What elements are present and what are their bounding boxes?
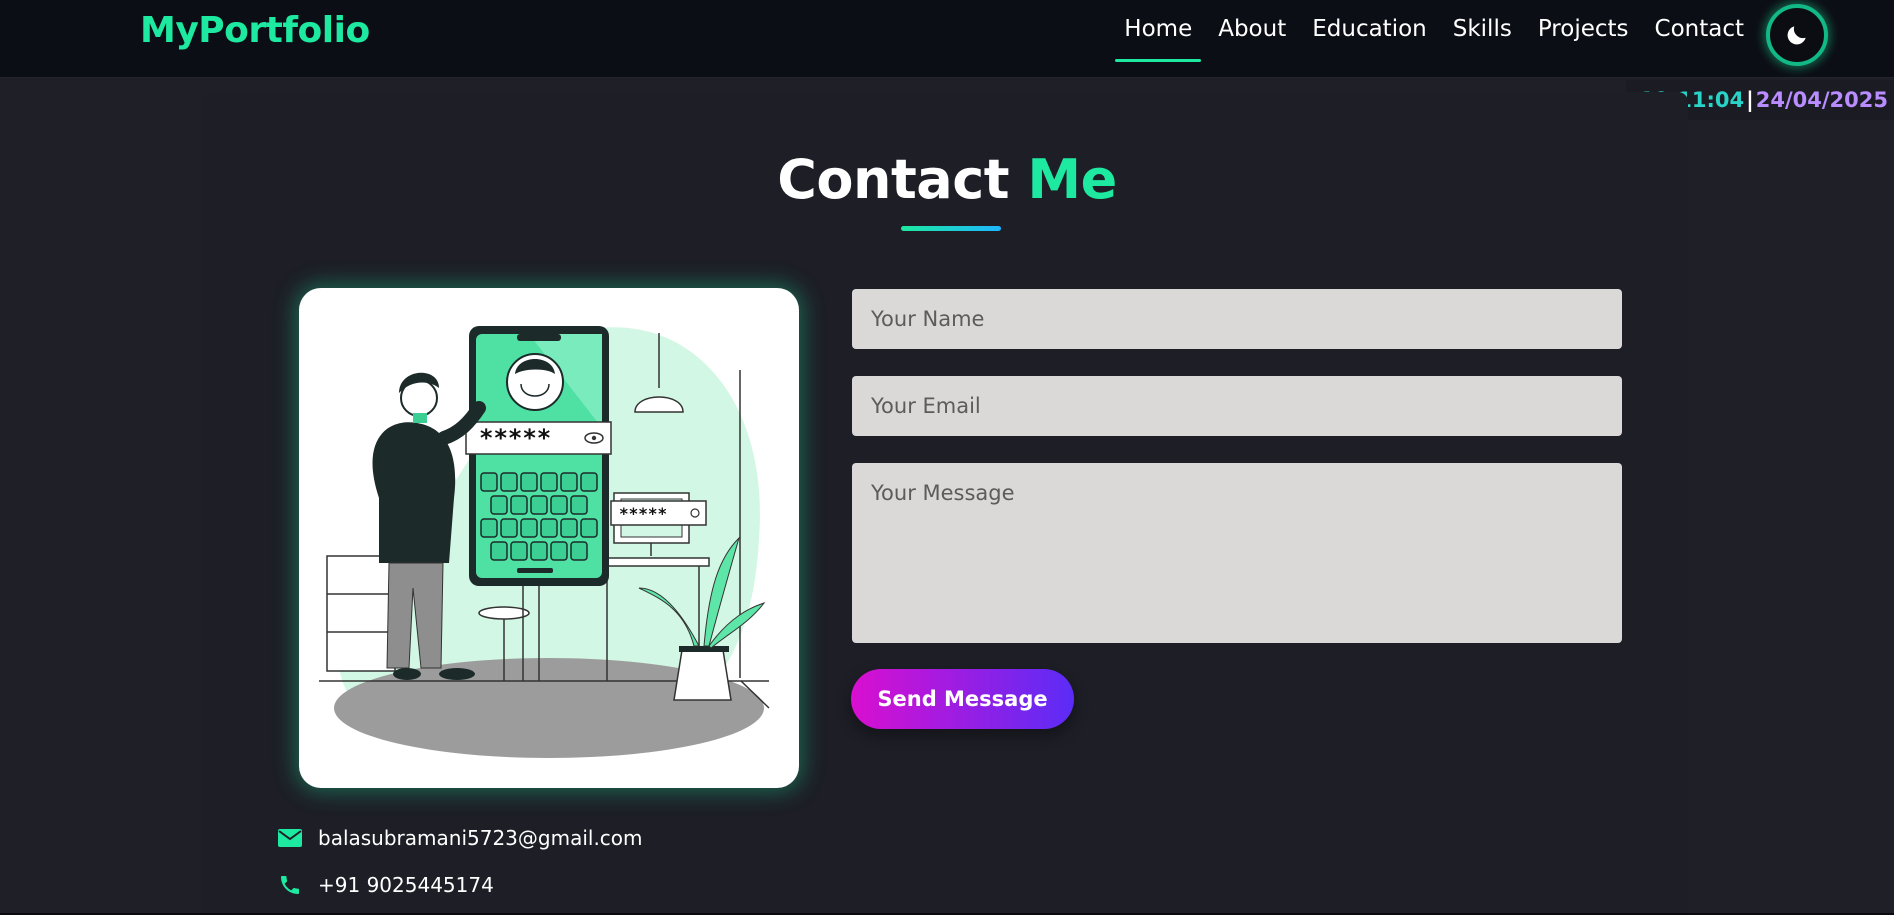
message-textarea[interactable]: [852, 463, 1622, 643]
nav-links: Home About Education Skills Projects Con…: [1098, 16, 1744, 62]
site-logo[interactable]: MyPortfolio: [140, 10, 370, 51]
nav-item-about[interactable]: About: [1218, 16, 1286, 62]
email-input[interactable]: [852, 376, 1622, 436]
small-password-mask: *****: [619, 504, 667, 523]
password-mask: *****: [479, 424, 551, 452]
contact-email-row[interactable]: balasubramani5723@gmail.com: [278, 826, 643, 850]
phone-icon: [278, 873, 302, 897]
contact-phone-row[interactable]: +91 9025445174: [278, 873, 494, 897]
nav-item-skills[interactable]: Skills: [1453, 16, 1512, 62]
envelope-icon: [278, 826, 302, 850]
clock-date: 24/04/2025: [1755, 88, 1888, 112]
section-title-accent: Me: [1027, 148, 1117, 211]
navbar: MyPortfolio Home About Education Skills …: [0, 0, 1894, 78]
name-input[interactable]: [852, 289, 1622, 349]
contact-phone: +91 9025445174: [318, 873, 494, 897]
clock-separator: |: [1746, 88, 1754, 112]
nav-item-projects[interactable]: Projects: [1538, 16, 1629, 62]
contact-illustration-svg: ***** *****: [319, 326, 770, 758]
theme-toggle-button[interactable]: [1766, 4, 1828, 66]
contact-illustration: ***** *****: [299, 288, 799, 788]
title-underline: [901, 226, 1001, 231]
send-message-button[interactable]: Send Message: [851, 669, 1074, 729]
section-title-main: Contact: [777, 148, 1010, 211]
nav-item-education[interactable]: Education: [1312, 16, 1427, 62]
moon-icon: [1787, 26, 1806, 45]
section-title: Contact Me: [0, 148, 1894, 211]
contact-email: balasubramani5723@gmail.com: [318, 826, 643, 850]
nav-item-contact[interactable]: Contact: [1655, 16, 1744, 62]
nav-item-home[interactable]: Home: [1115, 16, 1202, 62]
